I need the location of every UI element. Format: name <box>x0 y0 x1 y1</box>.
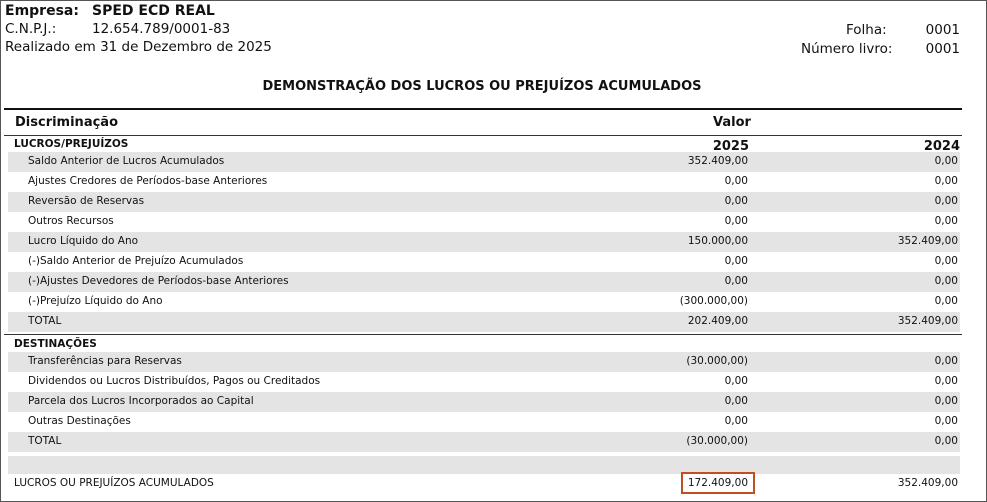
row-value-2025: (30.000,00) <box>686 435 748 447</box>
row-label: Ajustes Credores de Períodos-base Anteri… <box>28 175 268 187</box>
row-value-2025: 0,00 <box>724 415 748 427</box>
final-row: LUCROS OU PREJUÍZOS ACUMULADOS 172.409,0… <box>8 474 960 494</box>
folha-label: Folha: <box>846 22 887 38</box>
row-label: Dividendos ou Lucros Distribuídos, Pagos… <box>28 375 321 387</box>
row-value-2025: (300.000,00) <box>679 295 748 307</box>
page-title: DEMONSTRAÇÃO DOS LUCROS OU PREJUÍZOS ACU… <box>262 79 702 94</box>
row-value-2024: 352.409,00 <box>897 235 958 247</box>
row-value-2025: 0,00 <box>724 375 748 387</box>
table-row: Reversão de Reservas 0,00 0,00 <box>8 192 960 212</box>
table-row: Saldo Anterior de Lucros Acumulados 352.4… <box>8 152 960 172</box>
row-label: Lucro Líquido do Ano <box>28 235 139 247</box>
section-title: LUCROS/PREJUÍZOS <box>14 138 129 150</box>
table-row: Ajustes Credores de Períodos-base Anteri… <box>8 172 960 192</box>
row-value-2024: 0,00 <box>934 155 958 167</box>
table-row: Transferências para Reservas (30.000,00) 0… <box>8 352 960 372</box>
cnpj-value: 12.654.789/0001-83 <box>92 21 231 37</box>
row-value-2024: 352.409,00 <box>897 315 958 327</box>
section-header-destinacoes: DESTINAÇÕES <box>8 337 960 352</box>
section-header-lucros-prejuizos: LUCROS/PREJUÍZOS <box>8 137 960 152</box>
row-value-2025: 0,00 <box>724 215 748 227</box>
table-row: (-)Saldo Anterior de Prejuízo Acumulados… <box>8 252 960 272</box>
row-label: Transferências para Reservas <box>28 355 182 367</box>
folha-value: 0001 <box>925 22 960 38</box>
row-value-2025: 202.409,00 <box>687 315 748 327</box>
row-value-2025: 0,00 <box>724 395 748 407</box>
table-row: TOTAL (30.000,00) 0,00 <box>8 432 960 452</box>
row-label: Reversão de Reservas <box>28 195 145 207</box>
header-divider <box>4 135 962 136</box>
column-header-valor: Valor <box>713 115 751 130</box>
final-value-2024: 352.409,00 <box>897 477 958 489</box>
row-value-2024: 0,00 <box>934 195 958 207</box>
divider-top <box>4 108 962 110</box>
row-value-2025: 150.000,00 <box>687 235 748 247</box>
final-label: LUCROS OU PREJUÍZOS ACUMULADOS <box>14 477 214 489</box>
column-header-discriminacao: Discriminação <box>15 115 118 130</box>
row-label: TOTAL <box>28 435 62 447</box>
row-value-2025: 0,00 <box>724 255 748 267</box>
row-value-2025: 0,00 <box>724 195 748 207</box>
row-label: Saldo Anterior de Lucros Acumulados <box>28 155 225 167</box>
livro-label: Número livro: <box>801 41 893 57</box>
table-row: (-)Prejuízo Líquido do Ano (300.000,00) 0,… <box>8 292 960 312</box>
row-value-2025: 0,00 <box>724 275 748 287</box>
section-title: DESTINAÇÕES <box>14 338 97 350</box>
row-label: Outros Recursos <box>28 215 114 227</box>
empresa-label: Empresa: <box>5 3 79 19</box>
row-value-2025: 352.409,00 <box>687 155 748 167</box>
row-value-2024: 0,00 <box>934 395 958 407</box>
row-label: (-)Ajustes Devedores de Períodos-base An… <box>28 275 289 287</box>
realizado-text: Realizado em 31 de Dezembro de 2025 <box>5 39 272 55</box>
table-row: (-)Ajustes Devedores de Períodos-base An… <box>8 272 960 292</box>
row-value-2024: 0,00 <box>934 415 958 427</box>
row-label: (-)Prejuízo Líquido do Ano <box>28 295 163 307</box>
empresa-value: SPED ECD REAL <box>92 3 215 19</box>
row-value-2024: 0,00 <box>934 375 958 387</box>
cnpj-label: C.N.P.J.: <box>5 21 57 37</box>
table-row: Outros Recursos 0,00 0,00 <box>8 212 960 232</box>
row-value-2024: 0,00 <box>934 175 958 187</box>
section-divider <box>4 334 962 335</box>
row-value-2025: 0,00 <box>724 175 748 187</box>
table-row: Outras Destinações 0,00 0,00 <box>8 412 960 432</box>
table-row: TOTAL 202.409,00 352.409,00 <box>8 312 960 332</box>
row-value-2024: 0,00 <box>934 295 958 307</box>
row-label: TOTAL <box>28 315 62 327</box>
row-value-2024: 0,00 <box>934 215 958 227</box>
row-label: (-)Saldo Anterior de Prejuízo Acumulados <box>28 255 244 267</box>
row-label: Parcela dos Lucros Incorporados ao Capit… <box>28 395 254 407</box>
row-value-2024: 0,00 <box>934 275 958 287</box>
table-row: Parcela dos Lucros Incorporados ao Capit… <box>8 392 960 412</box>
row-value-2024: 0,00 <box>934 255 958 267</box>
table-row: Dividendos ou Lucros Distribuídos, Pagos… <box>8 372 960 392</box>
row-label: Outras Destinações <box>28 415 131 427</box>
livro-value: 0001 <box>925 41 960 57</box>
row-value-2025: (30.000,00) <box>686 355 748 367</box>
spacer-row <box>8 456 960 474</box>
row-value-2024: 0,00 <box>934 355 958 367</box>
row-value-2024: 0,00 <box>934 435 958 447</box>
table-row: Lucro Líquido do Ano 150.000,00 352.409,00 <box>8 232 960 252</box>
highlight-box <box>681 472 755 494</box>
